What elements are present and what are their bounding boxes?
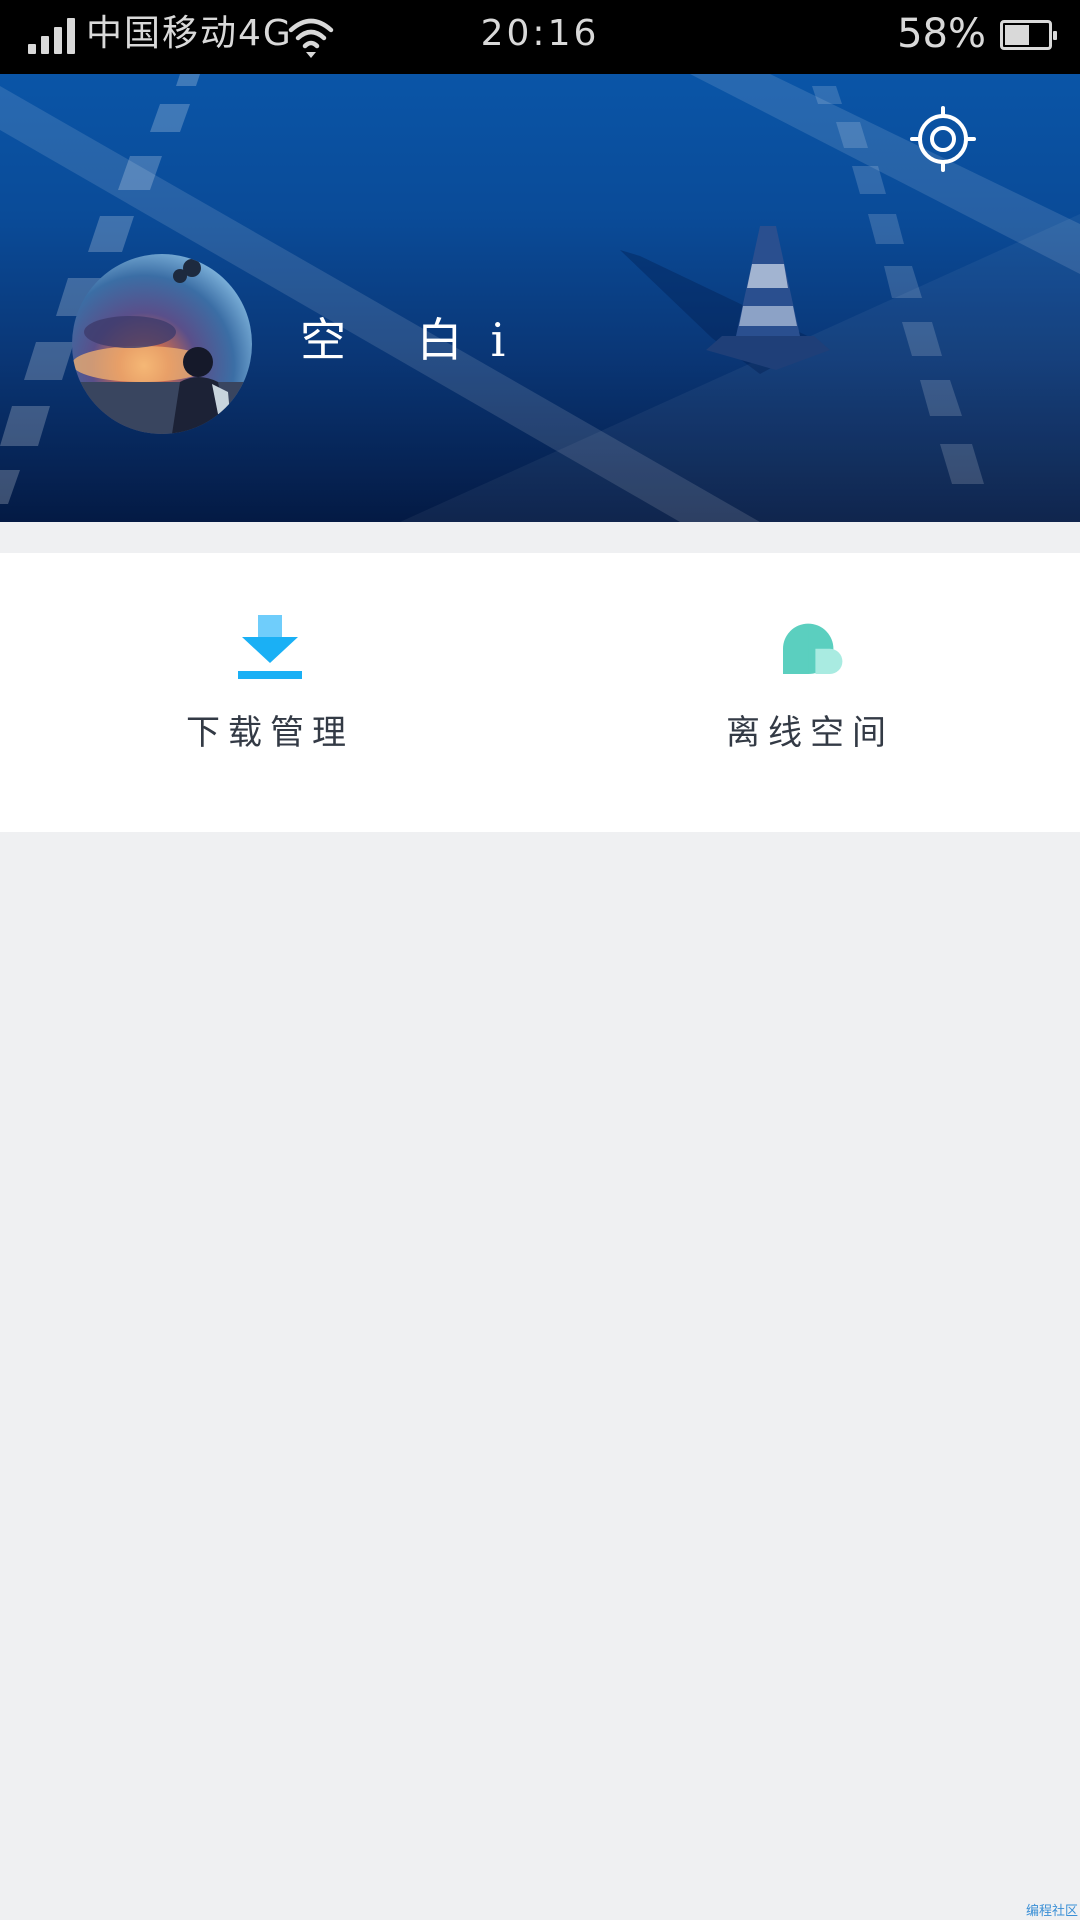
battery-percent: 58% — [897, 11, 986, 57]
offline-space-button[interactable]: 离线空间 — [540, 553, 1080, 832]
battery-icon — [1000, 20, 1057, 50]
profile-header: 空 白i — [0, 74, 1080, 522]
download-icon — [238, 615, 302, 679]
battery-fill — [1005, 25, 1029, 45]
cloud-icon — [783, 623, 843, 674]
username[interactable]: 空 白i — [300, 310, 533, 370]
watermark: 编程社区 — [1025, 1904, 1078, 1919]
download-manager-label: 下载管理 — [186, 713, 354, 753]
offline-space-label: 离线空间 — [726, 713, 894, 753]
status-bar: 中国移动4G 20:16 58% — [0, 0, 1080, 74]
download-manager-button[interactable]: 下载管理 — [0, 553, 540, 832]
settings-gear-icon[interactable] — [908, 104, 978, 174]
shortcuts-panel: 下载管理 离线空间 — [0, 553, 1080, 832]
avatar-photo — [72, 259, 252, 434]
avatar[interactable] — [72, 254, 252, 434]
